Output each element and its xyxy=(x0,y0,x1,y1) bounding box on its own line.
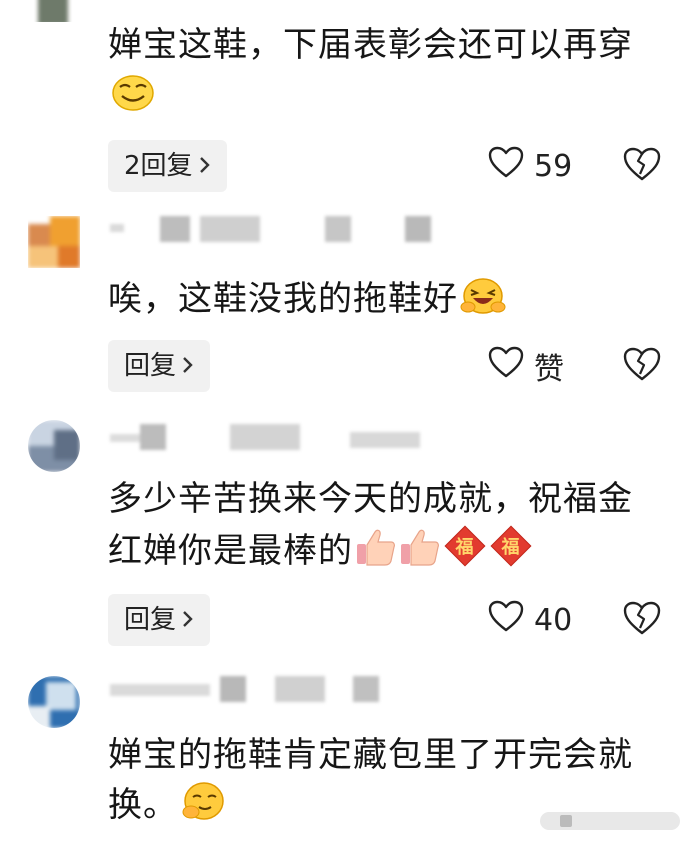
svg-text:福: 福 xyxy=(455,536,475,558)
reply-label: 回复 xyxy=(124,351,177,381)
like-count: 59 xyxy=(534,148,573,184)
username[interactable] xyxy=(110,422,440,452)
dislike-button[interactable] xyxy=(622,146,662,186)
comment-body: 唉，这鞋没我的拖鞋好 xyxy=(108,279,458,319)
laughing-hug-emoji xyxy=(460,276,506,330)
dislike-button[interactable] xyxy=(622,600,662,640)
thumbs-up-emoji xyxy=(355,528,397,582)
chevron-right-icon xyxy=(199,140,211,192)
comment-body: 婵宝这鞋，下届表彰会还可以再穿 xyxy=(108,25,633,65)
dislike-button[interactable] xyxy=(622,346,662,386)
comment-text: 唉，这鞋没我的拖鞋好 xyxy=(108,274,653,330)
chevron-right-icon xyxy=(182,340,194,392)
like-count: 40 xyxy=(534,602,573,638)
username[interactable] xyxy=(110,674,440,704)
reply-button[interactable]: 回复 xyxy=(108,594,211,646)
reply-label: 2回复 xyxy=(124,151,193,181)
broken-heart-icon xyxy=(622,601,662,640)
avatar[interactable] xyxy=(28,420,80,472)
shy-smile-emoji xyxy=(180,780,226,836)
heart-outline-icon xyxy=(488,146,524,186)
thumbs-up-emoji xyxy=(399,528,441,582)
like-button[interactable]: 59 xyxy=(488,140,572,192)
reply-label: 回复 xyxy=(124,605,177,635)
heart-outline-icon xyxy=(488,346,524,386)
comment-text: 婵宝这鞋，下届表彰会还可以再穿 xyxy=(108,20,653,126)
broken-heart-icon xyxy=(622,347,662,386)
username[interactable] xyxy=(110,214,440,244)
like-count: 赞 xyxy=(534,352,564,387)
scrollbar[interactable] xyxy=(540,812,680,830)
fu-emoji: 福 xyxy=(443,524,487,582)
like-button[interactable]: 40 xyxy=(488,594,572,646)
fu-emoji: 福 xyxy=(489,524,533,582)
heart-outline-icon xyxy=(488,600,524,640)
scrollbar-thumb[interactable] xyxy=(560,815,572,827)
like-button[interactable]: 赞 xyxy=(488,340,564,392)
grinning-squint-emoji xyxy=(110,72,156,126)
comment-text: 多少辛苦换来今天的成就，祝福金红婵你是最棒的 福 福 xyxy=(108,474,653,582)
broken-heart-icon xyxy=(622,147,662,186)
svg-text:福: 福 xyxy=(501,536,521,558)
reply-button[interactable]: 2回复 xyxy=(108,140,227,192)
avatar[interactable] xyxy=(28,216,80,268)
avatar[interactable] xyxy=(28,676,80,728)
avatar[interactable] xyxy=(28,0,80,22)
chevron-right-icon xyxy=(182,594,194,646)
reply-button[interactable]: 回复 xyxy=(108,340,211,392)
